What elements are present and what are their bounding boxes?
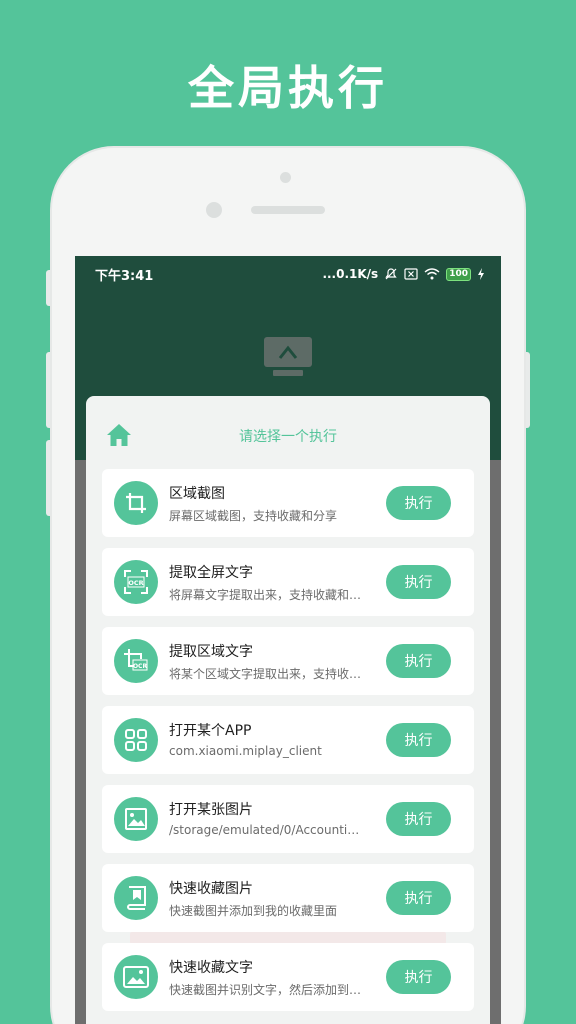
dialog-title: 请选择一个执行 [239,429,337,445]
item-title: 区域截图 [169,486,225,502]
execute-button[interactable]: 执行 [386,802,451,836]
status-icons: ...0.1K/s 100 [322,267,485,281]
item-title: 快速收藏文字 [169,960,253,976]
wifi-icon [424,268,440,280]
item-subtitle: 屏幕区域截图，支持收藏和分享 [169,509,338,523]
list-item[interactable]: 区域截图 屏幕区域截图，支持收藏和分享 执行 [102,469,474,537]
item-title: 打开某张图片 [169,802,253,818]
execute-button[interactable]: 执行 [386,881,451,915]
list-item[interactable]: 快速收藏图片 快速截图并添加到我的收藏里面 执行 [102,864,474,932]
phone-power-button [523,352,530,428]
list-item[interactable]: 打开某张图片 /storage/emulated/0/Accounting/im… [102,785,474,853]
crop-ocr-icon: OCR [114,639,158,683]
item-subtitle: 快速截图并识别文字，然后添加到我的收藏 [169,983,365,997]
network-speed: ...0.1K/s [322,267,379,281]
svg-text:OCR: OCR [133,663,148,670]
item-title: 提取全屏文字 [169,565,253,581]
item-subtitle: /storage/emulated/0/Accounting/image.jpg [169,823,365,837]
list-item[interactable]: 打开某个APP com.xiaomi.miplay_client 执行 [102,706,474,774]
item-subtitle: 快速截图并添加到我的收藏里面 [169,904,338,918]
execute-button[interactable]: 执行 [386,960,451,994]
list-item[interactable]: 快速收藏文字 快速截图并识别文字，然后添加到我的收藏 执行 [102,943,474,1011]
execute-button[interactable]: 执行 [386,644,451,678]
status-bar: 下午3:41 ...0.1K/s 100 [75,256,501,292]
earpiece-speaker [251,206,325,214]
status-time: 下午3:41 [95,268,154,284]
svg-text:OCR: OCR [128,579,143,587]
front-camera [280,172,291,183]
battery-indicator: 100 [446,267,471,281]
item-subtitle: 将某个区域文字提取出来，支持收藏和分享 [169,667,365,681]
item-title: 打开某个APP [169,723,252,739]
bookmark-book-icon [114,876,158,920]
execute-button[interactable]: 执行 [386,723,451,757]
item-title: 快速收藏图片 [169,881,253,897]
execute-button[interactable]: 执行 [386,486,451,520]
list-item[interactable]: OCR 提取全屏文字 将屏幕文字提取出来，支持收藏和分享 执行 [102,548,474,616]
item-title: 提取区域文字 [169,644,253,660]
headline: 全局执行 [188,61,388,115]
monitor-icon [264,337,312,376]
item-subtitle: 将屏幕文字提取出来，支持收藏和分享 [169,588,365,602]
proximity-sensor [206,202,222,218]
charging-icon [478,268,484,280]
crop-icon [114,481,158,525]
landscape-image-icon [114,955,158,999]
execute-button[interactable]: 执行 [386,565,451,599]
apps-grid-icon [114,718,158,762]
sim-off-icon [404,268,418,280]
item-subtitle: com.xiaomi.miplay_client [169,744,322,758]
image-frame-icon [114,797,158,841]
mute-icon [385,268,397,280]
ocr-icon: OCR [114,560,158,604]
list-item[interactable]: OCR 提取区域文字 将某个区域文字提取出来，支持收藏和分享 执行 [102,627,474,695]
